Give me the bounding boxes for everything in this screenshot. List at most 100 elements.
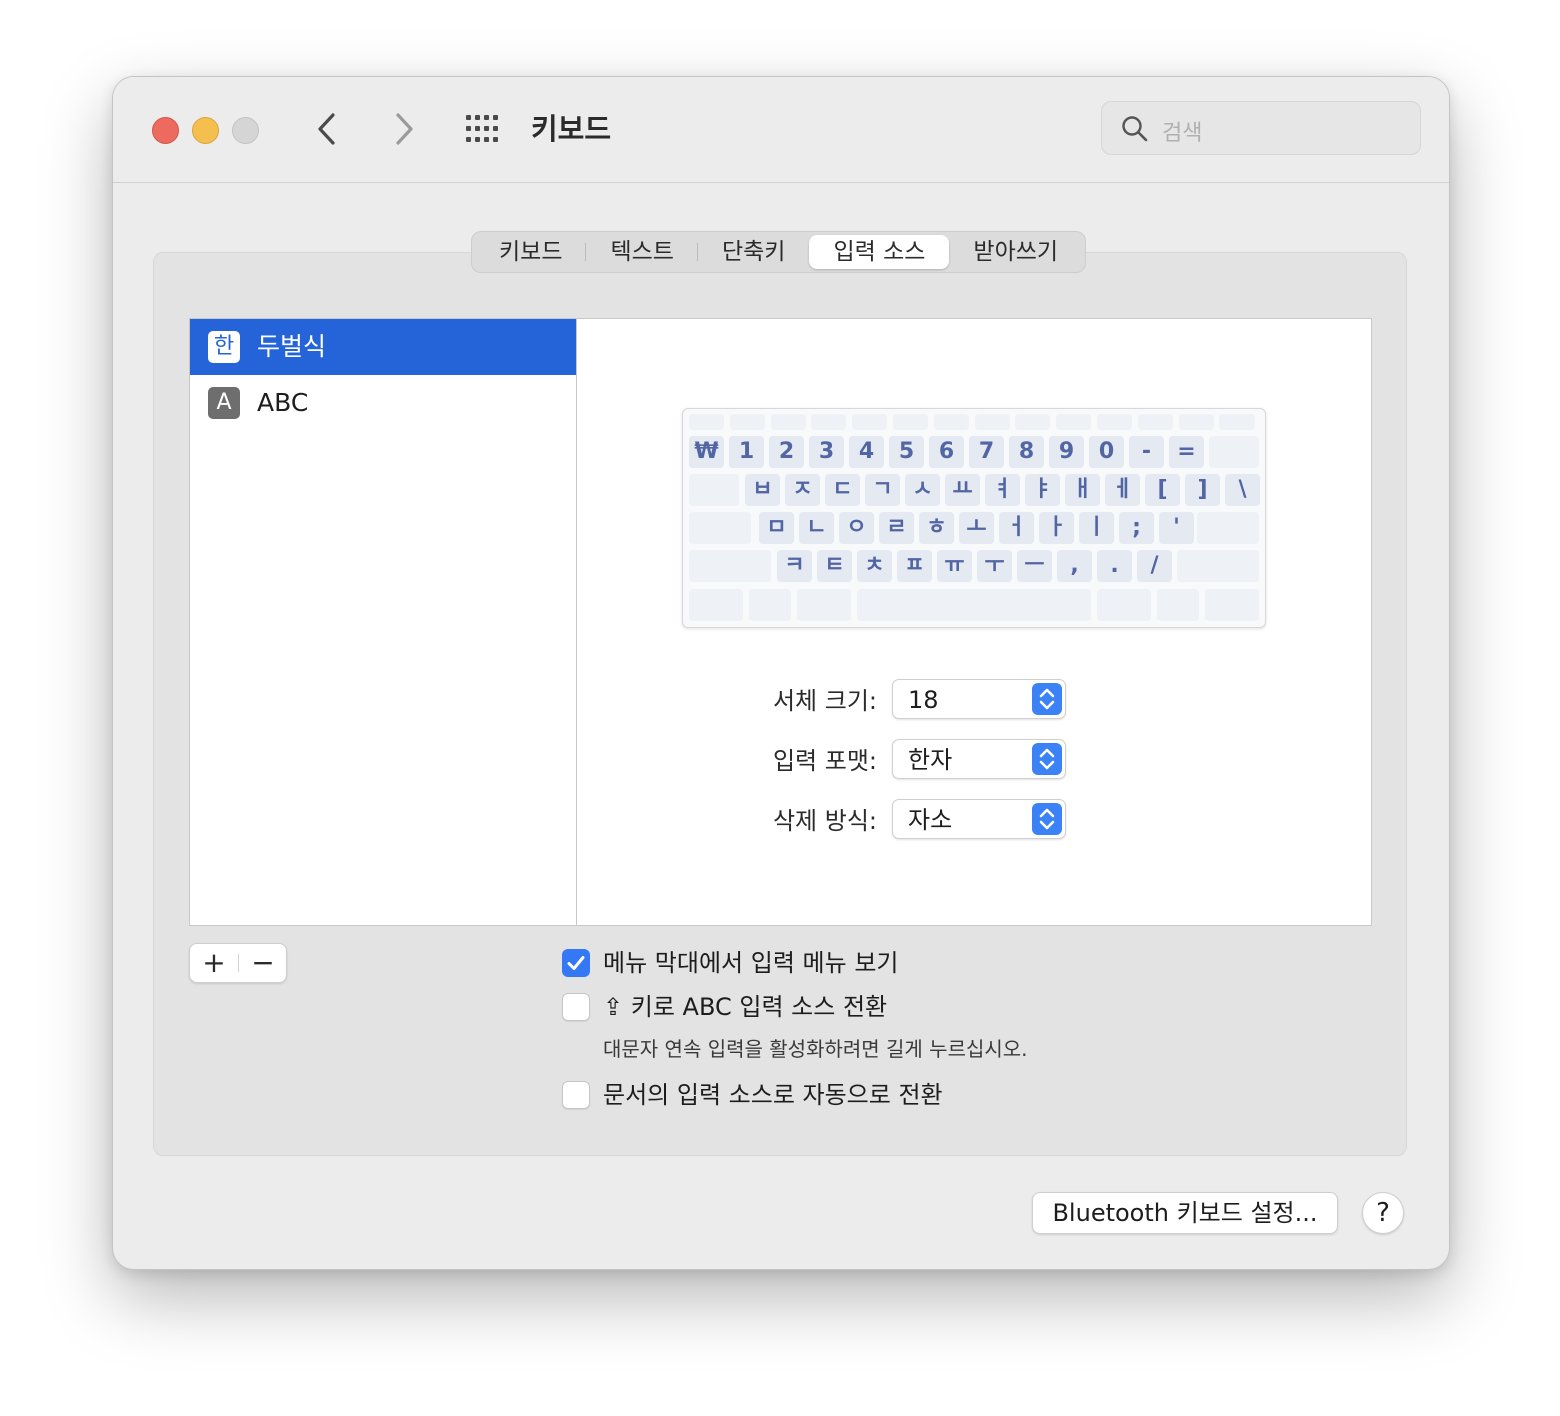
stepper-arrows-icon — [1032, 683, 1062, 715]
caps-switch-checkbox[interactable] — [562, 993, 590, 1021]
auto-switch-label: 문서의 입력 소스로 자동으로 전환 — [603, 1081, 943, 1109]
keycap: ㄹ — [879, 512, 914, 544]
help-button[interactable]: ? — [1362, 1192, 1404, 1234]
keycap: ㅏ — [1039, 512, 1074, 544]
keycap: ㅅ — [905, 474, 940, 506]
keycap: ㅐ — [1065, 474, 1100, 506]
tab-shortcuts[interactable]: 단축키 — [698, 235, 809, 269]
show-all-button[interactable] — [464, 113, 504, 145]
input-format-label: 입력 포맷: — [772, 747, 877, 775]
caps-switch-label: ⇪ 키로 ABC 입력 소스 전환 — [603, 993, 888, 1021]
keycap: ㅕ — [985, 474, 1020, 506]
keycap: ₩ — [689, 436, 724, 468]
blank-keycap — [933, 414, 969, 430]
keycap: ㅓ — [999, 512, 1034, 544]
input-source-list[interactable]: 한 두벌식 A ABC — [189, 318, 577, 926]
keycap: ㅎ — [919, 512, 954, 544]
blank-keycap — [1015, 414, 1051, 430]
stepper-arrows-icon — [1032, 803, 1062, 835]
minimize-button[interactable] — [192, 117, 219, 144]
blank-keycap — [1178, 414, 1214, 430]
keycap: . — [1097, 550, 1132, 582]
blank-keycap — [797, 589, 851, 621]
grid-icon — [466, 115, 498, 142]
tab-keyboard[interactable]: 키보드 — [475, 235, 587, 269]
remove-source-button[interactable]: − — [239, 944, 287, 982]
input-format-popup[interactable]: 한자 — [892, 739, 1066, 779]
delete-mode-popup[interactable]: 자소 — [892, 799, 1066, 839]
list-item-2-set-korean[interactable]: 한 두벌식 — [190, 319, 576, 375]
auto-switch-checkbox[interactable] — [562, 1081, 590, 1109]
keycap: ㅣ — [1079, 512, 1114, 544]
tab-input-sources[interactable]: 입력 소스 — [809, 235, 950, 269]
font-size-popup[interactable]: 18 — [892, 679, 1066, 719]
blank-keycap — [1219, 414, 1256, 430]
keycap: ㅂ — [745, 474, 780, 506]
keyboard-preferences-window: 키보드 검색 키보드 텍스트 단축키 입력 소스 받아쓰기 한 두벌식 A AB… — [112, 76, 1450, 1270]
keycap: 4 — [849, 436, 884, 468]
keycap: 1 — [729, 436, 764, 468]
search-field[interactable]: 검색 — [1101, 101, 1421, 155]
keyboard-layout-preview: ₩1 2 3 4 5 6 7 8 9 0- = ㅂㅈㄷㄱㅅㅛㅕㅑㅐㅔ[] \ ㅁㄴㅇㄹㅎㅗㅓㅏㅣ; ' ㅋㅌㅊ… — [682, 408, 1266, 628]
keycap: ㅌ — [817, 550, 852, 582]
input-source-detail: ₩1 2 3 4 5 6 7 8 9 0- = ㅂㅈㄷㄱㅅㅛㅕㅑㅐㅔ[] \ ㅁㄴㅇㄹㅎㅗㅓㅏㅣ; ' ㅋㅌㅊ… — [577, 318, 1372, 926]
zoom-button[interactable] — [232, 117, 259, 144]
keycap: - — [1129, 436, 1164, 468]
tab-bar: 키보드 텍스트 단축키 입력 소스 받아쓰기 — [471, 231, 1087, 273]
keycap: ㅡ — [1017, 550, 1052, 582]
keycap: ㄱ — [865, 474, 900, 506]
delete-mode-label: 삭제 방식: — [772, 807, 877, 835]
close-button[interactable] — [152, 117, 179, 144]
blank-keycap — [1097, 414, 1132, 430]
keycap: ㅗ — [959, 512, 994, 544]
blank-keycap — [857, 589, 1091, 621]
blank-keycap — [1157, 589, 1199, 621]
keycap: ㄴ — [799, 512, 834, 544]
stepper-arrows-icon — [1032, 743, 1062, 775]
blank-keycap — [689, 512, 751, 544]
keycap: ㄷ — [825, 474, 860, 506]
blank-keycap — [1205, 589, 1259, 621]
keycap: [ — [1145, 474, 1180, 506]
keycap: ㅔ — [1105, 474, 1140, 506]
keycap: , — [1057, 550, 1092, 582]
keycap: 0 — [1089, 436, 1124, 468]
font-size-value: 18 — [908, 686, 939, 714]
forward-button[interactable] — [381, 107, 425, 151]
blank-keycap — [1056, 414, 1092, 430]
font-size-label: 서체 크기: — [772, 687, 877, 715]
blank-keycap — [729, 414, 765, 430]
list-item-abc[interactable]: A ABC — [190, 375, 576, 431]
keycap: ' — [1159, 512, 1194, 544]
blank-keycap — [689, 550, 771, 582]
show-menu-checkbox[interactable] — [562, 949, 590, 977]
back-button[interactable] — [306, 107, 350, 151]
bluetooth-keyboard-setup-button[interactable]: Bluetooth 키보드 설정... — [1032, 1192, 1338, 1234]
list-item-label: ABC — [257, 388, 309, 417]
caps-switch-hint: 대문자 연속 입력을 활성화하려면 길게 누르십시오. — [603, 1037, 1028, 1061]
chevron-right-icon — [396, 113, 413, 145]
checkmark-icon — [567, 956, 585, 970]
add-source-button[interactable]: + — [190, 944, 238, 982]
keycap: ㅈ — [785, 474, 820, 506]
keycap: \ — [1225, 474, 1260, 506]
tab-dictation[interactable]: 받아쓰기 — [949, 235, 1082, 269]
keycap: 7 — [969, 436, 1004, 468]
title-bar: 키보드 검색 — [113, 77, 1449, 183]
blank-keycap — [1197, 512, 1259, 544]
keycap: ㅁ — [759, 512, 794, 544]
keycap: ㅊ — [857, 550, 892, 582]
blank-keycap — [893, 414, 928, 430]
search-icon — [1122, 116, 1148, 142]
keycap: ㅠ — [937, 550, 972, 582]
blank-keycap — [770, 414, 806, 430]
chevron-left-icon — [318, 113, 335, 145]
keycap: 6 — [929, 436, 964, 468]
blank-keycap — [1137, 414, 1173, 430]
keycap: ㅇ — [839, 512, 874, 544]
keycap: 5 — [889, 436, 924, 468]
tab-text[interactable]: 텍스트 — [586, 235, 699, 269]
abc-icon: A — [208, 387, 240, 419]
keycap: ㅛ — [945, 474, 980, 506]
blank-keycap — [689, 414, 724, 430]
